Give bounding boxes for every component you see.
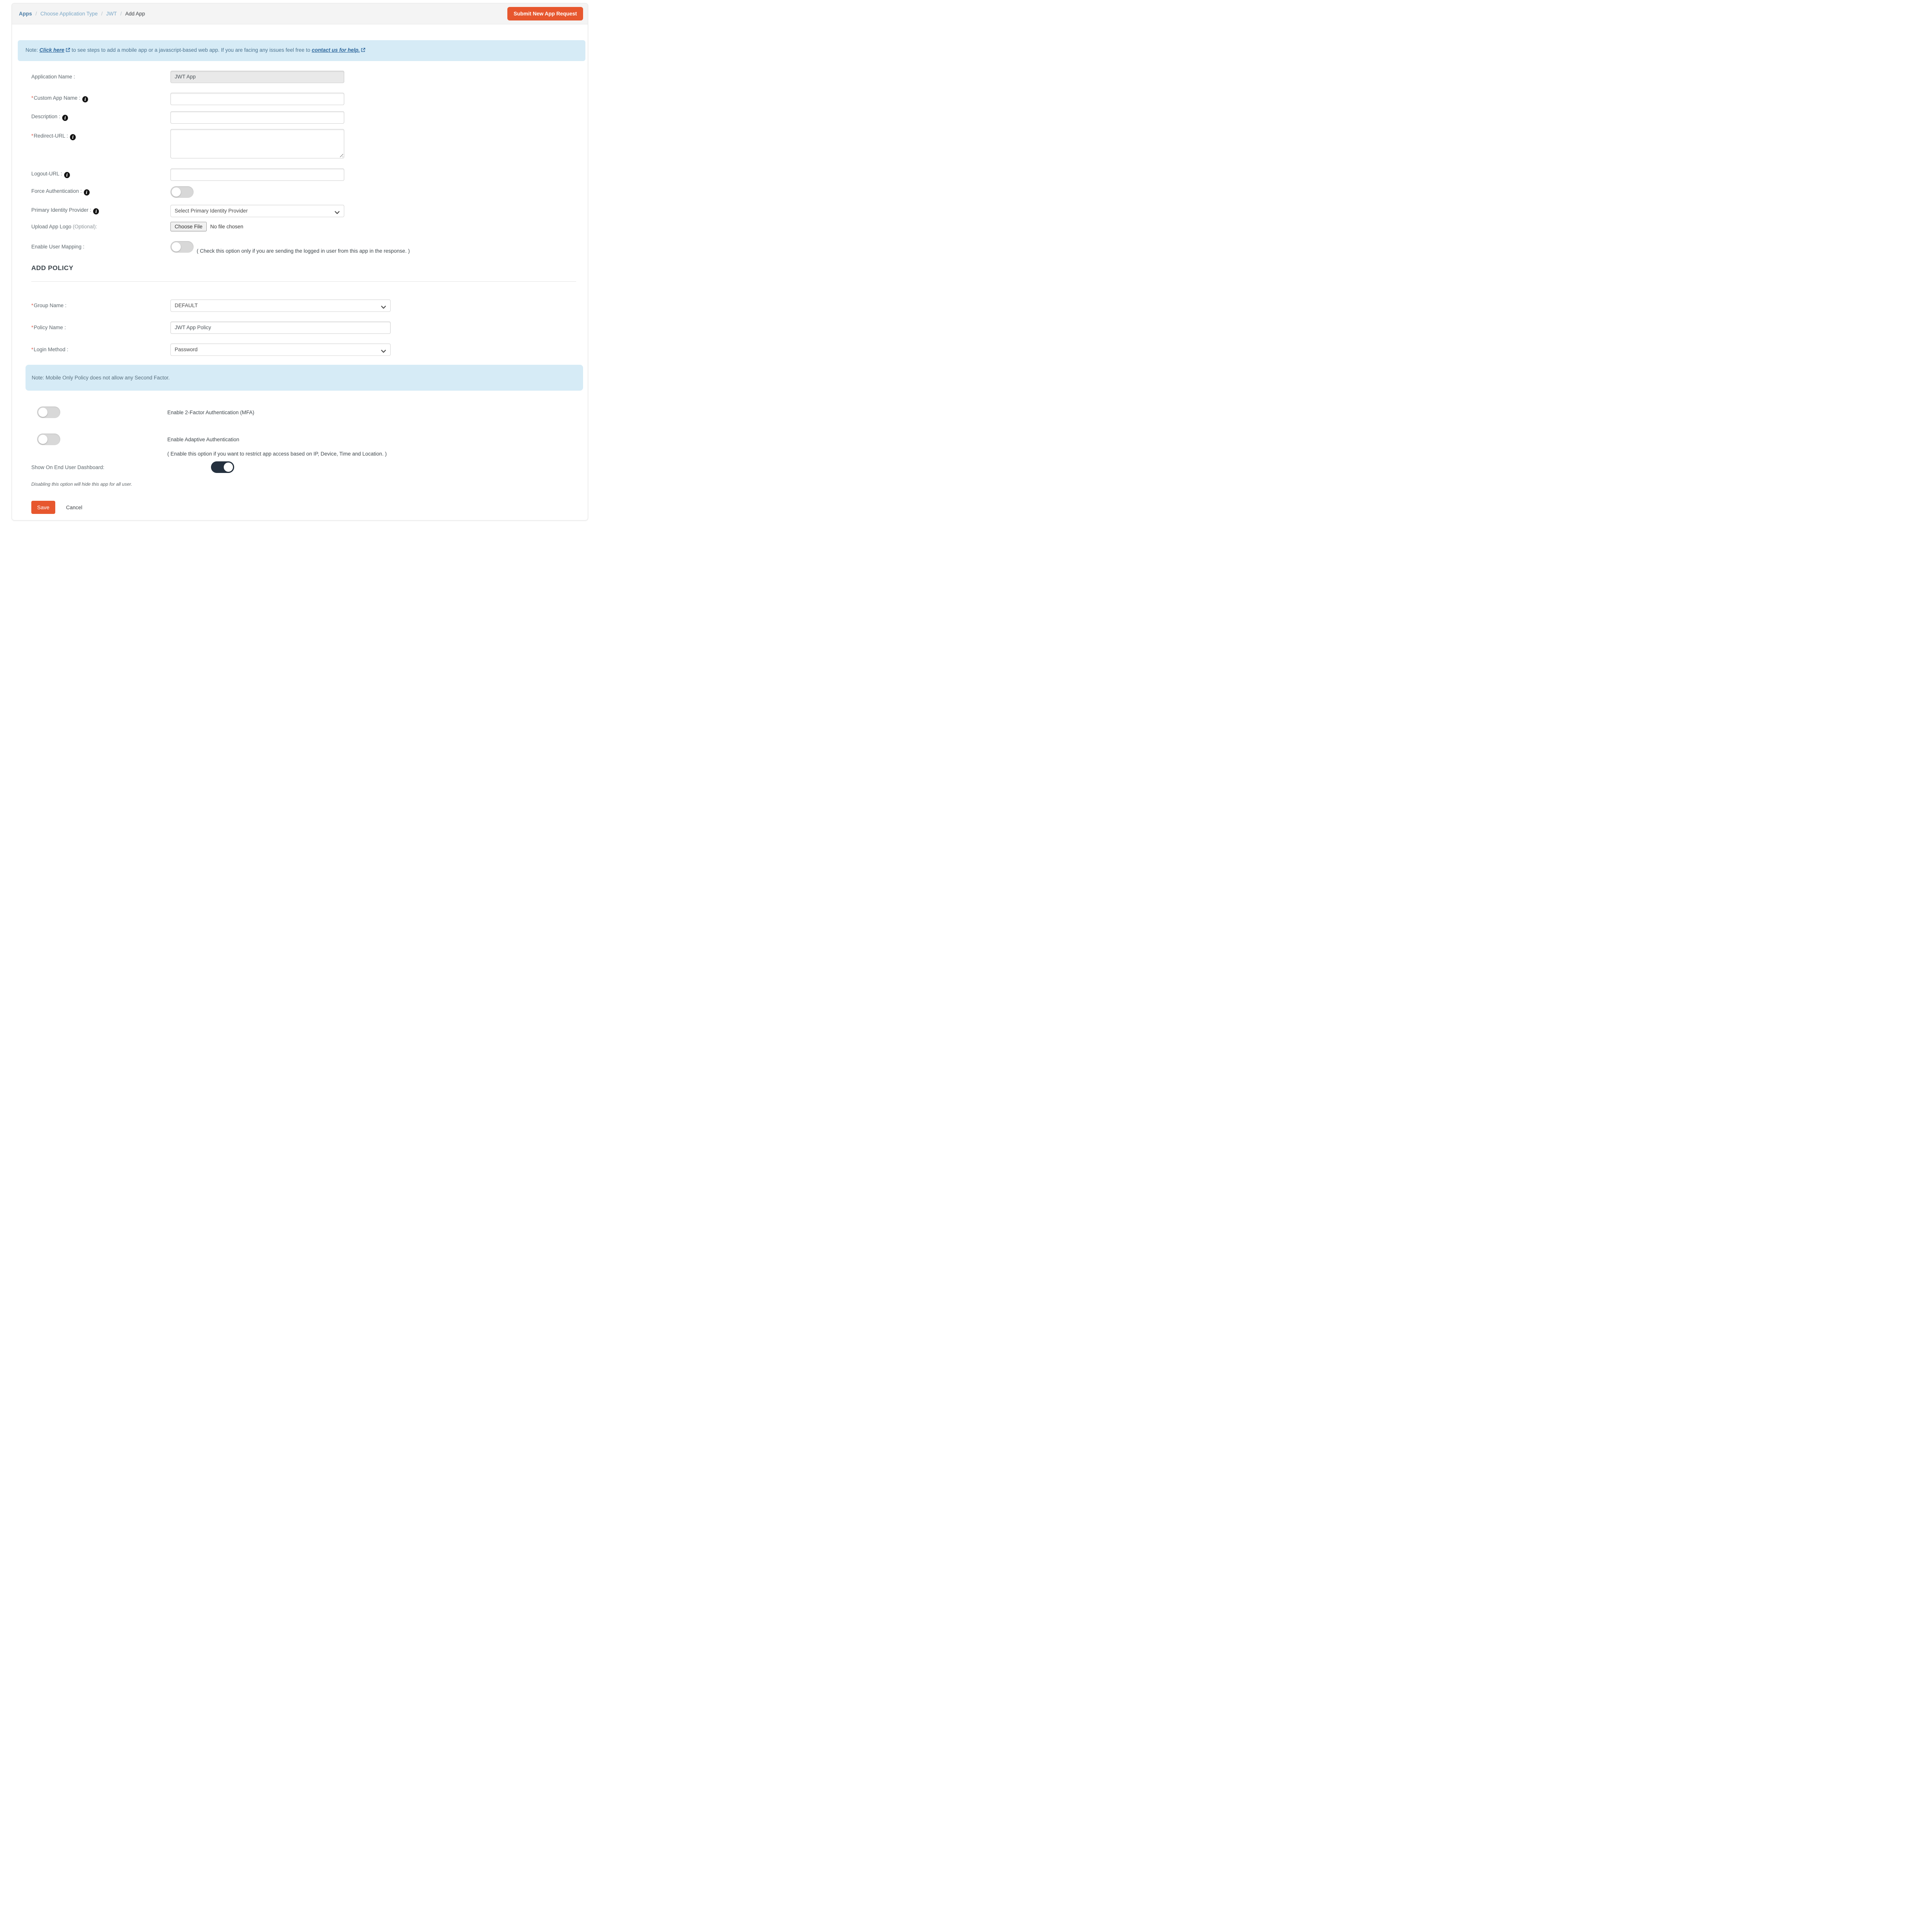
force-authentication-toggle[interactable] — [170, 186, 194, 198]
info-icon[interactable]: i — [70, 134, 76, 141]
enable-mfa-label: Enable 2-Factor Authentication (MFA) — [167, 409, 255, 415]
group-name-label: *Group Name : — [31, 303, 67, 309]
policy-name-label: *Policy Name : — [31, 325, 66, 331]
add-app-card: Apps / Choose Application Type / JWT / A… — [12, 3, 588, 521]
auth-toggles-section: Enable 2-Factor Authentication (MFA) Ena… — [12, 406, 588, 457]
toggle-knob — [172, 187, 181, 197]
redirect-url-textarea-wrap — [170, 129, 344, 158]
note-middle-text: to see steps to add a mobile app or a ja… — [70, 47, 312, 53]
info-icon[interactable]: i — [83, 189, 90, 196]
show-dashboard-note: Disabling this option will hide this app… — [31, 481, 133, 487]
enable-mfa-toggle[interactable] — [37, 406, 60, 418]
enable-adaptive-auth-toggle[interactable] — [37, 434, 60, 446]
submit-new-app-request-button[interactable]: Submit New App Request — [507, 7, 583, 20]
info-icon[interactable]: i — [82, 96, 88, 103]
file-chosen-status: No file chosen — [210, 223, 243, 230]
application-name-field — [170, 70, 344, 83]
enable-user-mapping-label: Enable User Mapping : — [31, 244, 85, 250]
breadcrumb-add-app: Add App — [125, 11, 145, 17]
logout-url-field[interactable] — [170, 168, 344, 181]
application-name-label: Application Name : — [31, 74, 75, 80]
adaptive-row: Enable Adaptive Authentication — [37, 434, 588, 446]
cancel-button[interactable]: Cancel — [64, 504, 85, 511]
description-label: Description :i — [31, 114, 170, 121]
enable-adaptive-auth-label: Enable Adaptive Authentication — [167, 436, 240, 442]
breadcrumb-separator: / — [120, 11, 122, 17]
breadcrumb-bar: Apps / Choose Application Type / JWT / A… — [12, 3, 588, 24]
policy-name-field[interactable] — [170, 321, 391, 334]
info-note-banner: Note: Click here to see steps to add a m… — [18, 40, 585, 61]
note-prefix: Note: — [26, 47, 40, 53]
user-mapping-hint: ( Check this option only if you are send… — [197, 248, 410, 254]
description-field[interactable] — [170, 111, 344, 124]
app-form: Application Name : *Custom App Name :i D… — [12, 61, 588, 356]
add-app-page: Apps / Choose Application Type / JWT / A… — [0, 0, 597, 521]
force-authentication-label: Force Authentication :i — [31, 188, 170, 196]
group-name-select[interactable]: DEFAULT — [170, 299, 391, 312]
toggle-knob — [38, 408, 48, 417]
click-here-link[interactable]: Click here — [39, 47, 65, 53]
login-method-select[interactable]: Password — [170, 343, 391, 356]
section-divider — [31, 281, 576, 282]
breadcrumb-choose-application-type[interactable]: Choose Application Type — [41, 11, 98, 17]
policy-note-text: Note: Mobile Only Policy does not allow … — [32, 374, 170, 381]
external-link-icon — [361, 47, 366, 55]
redirect-url-label: *Redirect-URL :i — [31, 129, 170, 141]
policy-note-banner: Note: Mobile Only Policy does not allow … — [26, 364, 583, 391]
logout-url-label: Logout-URL :i — [31, 171, 170, 179]
external-link-icon — [65, 47, 70, 55]
show-dashboard-row: Show On End User Dashboard: — [12, 461, 588, 473]
upload-app-logo-label: Upload App Logo (Optional): — [31, 223, 97, 230]
policy-form: *Group Name : DEFAULT *Policy Name : JWT… — [31, 299, 576, 356]
custom-app-name-field[interactable] — [170, 92, 344, 105]
toggle-knob — [172, 242, 181, 252]
contact-us-link[interactable]: contact us for help. — [312, 47, 360, 53]
show-dashboard-label: Show On End User Dashboard: — [31, 464, 105, 470]
save-button[interactable]: Save — [31, 501, 55, 514]
custom-app-name-label: *Custom App Name :i — [31, 95, 170, 103]
enable-user-mapping-toggle[interactable] — [170, 241, 194, 253]
chevron-down-icon — [335, 210, 340, 216]
info-icon[interactable]: i — [62, 115, 68, 121]
breadcrumb-apps[interactable]: Apps — [19, 11, 32, 17]
adaptive-auth-hint: ( Enable this option if you want to rest… — [167, 451, 387, 457]
info-icon[interactable]: i — [64, 172, 70, 179]
login-method-label: *Login Method : — [31, 347, 68, 353]
breadcrumb-separator: / — [35, 11, 37, 17]
show-dashboard-toggle[interactable] — [211, 461, 234, 473]
breadcrumb-separator: / — [101, 11, 103, 17]
add-policy-heading: ADD POLICY — [31, 264, 73, 272]
breadcrumb-jwt[interactable]: JWT — [106, 11, 117, 17]
form-actions: Save Cancel — [12, 501, 588, 520]
redirect-url-field[interactable] — [170, 129, 344, 158]
mfa-row: Enable 2-Factor Authentication (MFA) — [37, 406, 588, 418]
toggle-knob — [38, 435, 48, 444]
toggle-knob — [224, 463, 233, 472]
choose-file-button[interactable]: Choose File — [170, 221, 207, 231]
info-icon[interactable]: i — [93, 208, 99, 215]
chevron-down-icon — [381, 304, 386, 310]
primary-identity-provider-label: Primary Identity Provider :i — [31, 207, 170, 215]
chevron-down-icon — [381, 349, 386, 354]
primary-identity-provider-select[interactable]: Select Primary Identity Provider — [170, 204, 344, 217]
breadcrumb: Apps / Choose Application Type / JWT / A… — [19, 11, 507, 17]
